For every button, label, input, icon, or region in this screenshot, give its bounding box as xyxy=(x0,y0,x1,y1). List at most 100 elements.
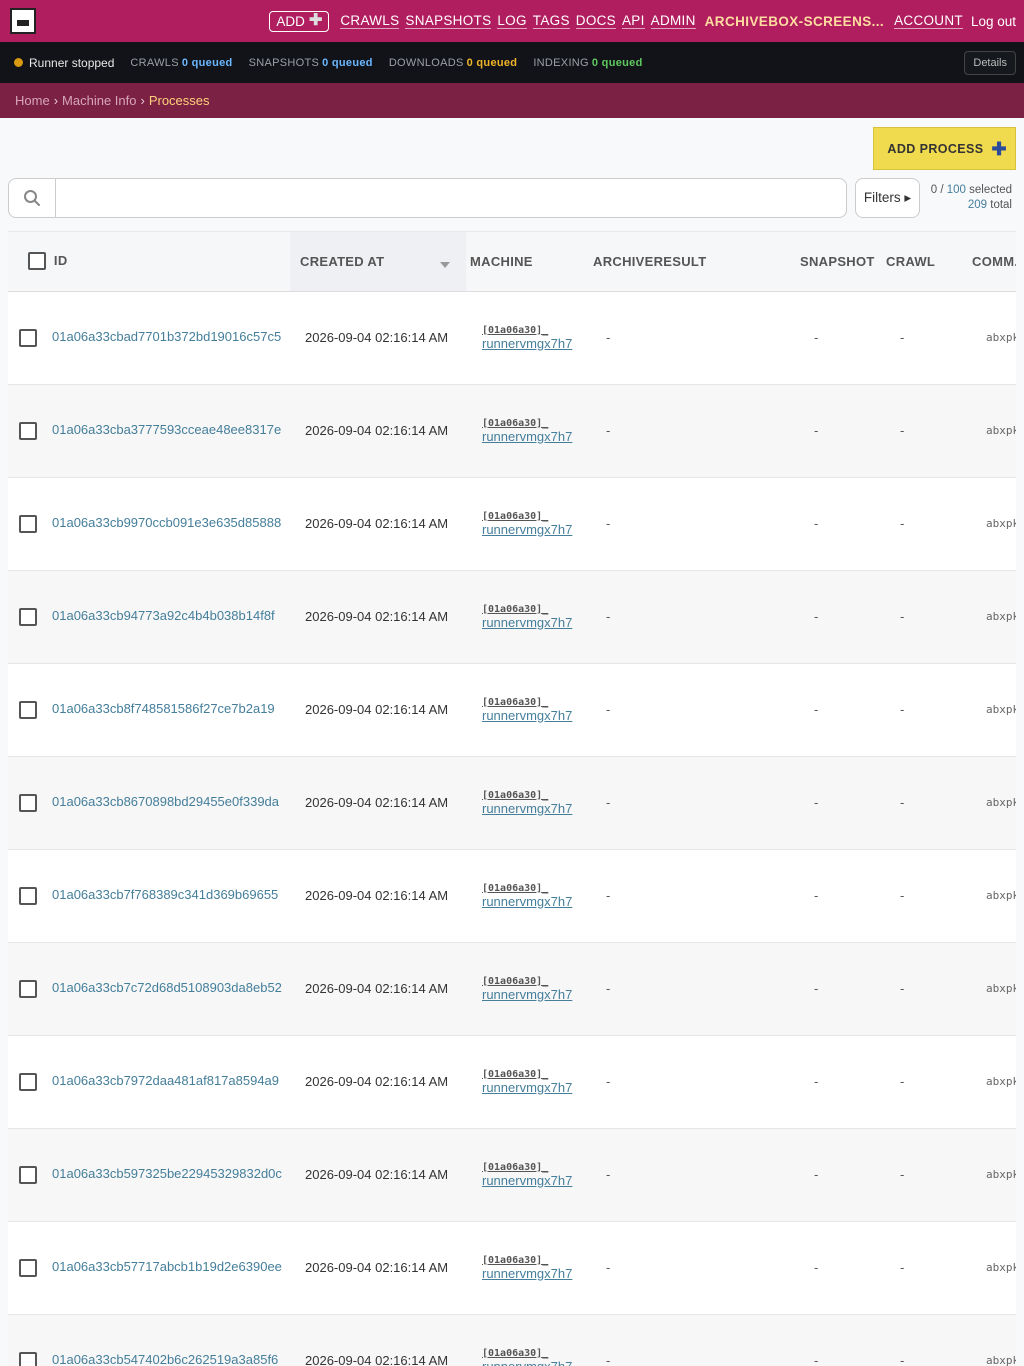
breadcrumb-machine-info[interactable]: Machine Info xyxy=(62,93,136,108)
row-checkbox[interactable] xyxy=(19,1165,37,1184)
runner-status-dot-icon xyxy=(14,58,23,67)
table-header-row: ID CREATED AT MACHINE ARCHIVERESULT SNAP… xyxy=(8,232,1016,292)
machine-id-link[interactable]: [01a06a30]_ xyxy=(482,1069,589,1080)
search-icon[interactable] xyxy=(9,179,56,217)
row-checkbox[interactable] xyxy=(19,886,37,905)
add-label: ADD xyxy=(276,13,305,29)
cell-id: 01a06a33cbad7701b372bd19016c57c5 xyxy=(8,291,290,384)
nav-crawls[interactable]: CRAWLS xyxy=(340,13,400,29)
machine-id-link[interactable]: [01a06a30]_ xyxy=(482,604,589,615)
cell-crawl: - xyxy=(900,423,905,438)
main-content: ADD PROCESS ✚ Filters ▸ 0 / 100 selected… xyxy=(0,118,1024,1366)
process-id-link[interactable]: 01a06a33cb597325be22945329832d0c xyxy=(52,1166,282,1181)
cell-archiveresult: - xyxy=(606,795,611,810)
add-button[interactable]: ADD ✚ xyxy=(269,10,330,32)
row-checkbox[interactable] xyxy=(19,421,37,440)
breadcrumb-home[interactable]: Home xyxy=(15,93,50,108)
column-crawl[interactable]: CRAWL xyxy=(882,232,968,292)
downloads-queue: DOWNLOADS 0 queued xyxy=(388,56,518,69)
table-row: 01a06a33cb9970ccb091e3e635d85888 2026-09-… xyxy=(8,477,1016,570)
select-all-link[interactable]: 209 xyxy=(968,199,987,211)
machine-id-link[interactable]: [01a06a30]_ xyxy=(482,1255,589,1266)
cell-machine: [01a06a30]_ runnervmgx7h7 xyxy=(466,477,589,570)
machine-id-link[interactable]: [01a06a30]_ xyxy=(482,511,589,522)
machine-host-link[interactable]: runnervmgx7h7 xyxy=(482,615,589,630)
row-checkbox[interactable] xyxy=(19,979,37,998)
search-row: Filters ▸ 0 / 100 selected 209 total xyxy=(8,174,1016,222)
cell-cmd: abxpkg xyxy=(986,1261,1016,1274)
machine-host-link[interactable]: runnervmgx7h7 xyxy=(482,1359,589,1366)
process-id-link[interactable]: 01a06a33cb94773a92c4b4b038b14f8f xyxy=(52,608,275,623)
nav-docs[interactable]: DOCS xyxy=(575,13,616,29)
column-cmd[interactable]: COMM... xyxy=(968,232,1016,292)
nav-admin[interactable]: ADMIN xyxy=(650,13,696,29)
process-id-link[interactable]: 01a06a33cb7c72d68d5108903da8eb52 xyxy=(52,980,282,995)
machine-host-link[interactable]: runnervmgx7h7 xyxy=(482,1080,589,1095)
machine-host-link[interactable]: runnervmgx7h7 xyxy=(482,987,589,1002)
row-checkbox[interactable] xyxy=(19,700,37,719)
machine-host-link[interactable]: runnervmgx7h7 xyxy=(482,801,589,816)
machine-id-link[interactable]: [01a06a30]_ xyxy=(482,418,589,429)
row-checkbox[interactable] xyxy=(19,1258,37,1277)
row-checkbox[interactable] xyxy=(19,1072,37,1091)
column-machine[interactable]: MACHINE xyxy=(466,232,589,292)
nav-log[interactable]: LOG xyxy=(497,13,527,29)
search-input[interactable] xyxy=(56,179,846,217)
process-id-link[interactable]: 01a06a33cb547402b6c262519a3a85f6 xyxy=(52,1352,278,1366)
cell-cmd: abxpkg xyxy=(986,610,1016,623)
process-id-link[interactable]: 01a06a33cb57717abcb1b19d2e6390ee xyxy=(52,1259,282,1274)
add-process-button[interactable]: ADD PROCESS ✚ xyxy=(873,127,1016,170)
process-id-link[interactable]: 01a06a33cb7972daa481af817a8594a9 xyxy=(52,1073,279,1088)
filters-button[interactable]: Filters ▸ xyxy=(855,178,920,218)
logout-link[interactable]: Log out xyxy=(971,14,1016,29)
process-id-link[interactable]: 01a06a33cb8670898bd29455e0f339da xyxy=(52,794,279,809)
process-id-link[interactable]: 01a06a33cb8f748581586f27ce7b2a19 xyxy=(52,701,275,716)
details-button[interactable]: Details xyxy=(964,50,1016,75)
machine-host-link[interactable]: runnervmgx7h7 xyxy=(482,336,589,351)
machine-id-link[interactable]: [01a06a30]_ xyxy=(482,790,589,801)
column-id[interactable]: ID xyxy=(8,232,290,292)
nav-tags[interactable]: TAGS xyxy=(532,13,570,29)
row-checkbox[interactable] xyxy=(19,514,37,533)
cell-machine: [01a06a30]_ runnervmgx7h7 xyxy=(466,570,589,663)
archivebox-logo[interactable] xyxy=(10,8,36,34)
machine-host-link[interactable]: runnervmgx7h7 xyxy=(482,1266,589,1281)
row-checkbox[interactable] xyxy=(19,328,37,347)
nav-account[interactable]: ACCOUNT xyxy=(894,13,963,29)
process-id-link[interactable]: 01a06a33cba3777593cceae48ee8317e xyxy=(52,422,281,437)
process-id-link[interactable]: 01a06a33cb7f768389c341d369b69655 xyxy=(52,887,278,902)
row-checkbox[interactable] xyxy=(19,1351,37,1366)
column-snapshot[interactable]: SNAPSHOT xyxy=(796,232,882,292)
instance-name[interactable]: ARCHIVEBOX-SCREENS... xyxy=(705,14,884,29)
process-id-link[interactable]: 01a06a33cb9970ccb091e3e635d85888 xyxy=(52,515,281,530)
cell-id: 01a06a33cb7972daa481af817a8594a9 xyxy=(8,1035,290,1128)
machine-host-link[interactable]: runnervmgx7h7 xyxy=(482,708,589,723)
cell-machine: [01a06a30]_ runnervmgx7h7 xyxy=(466,1314,589,1366)
machine-id-link[interactable]: [01a06a30]_ xyxy=(482,1162,589,1173)
cell-crawl: - xyxy=(900,702,905,717)
nav-snapshots[interactable]: SNAPSHOTS xyxy=(405,13,492,29)
machine-id-link[interactable]: [01a06a30]_ xyxy=(482,697,589,708)
row-checkbox[interactable] xyxy=(19,607,37,626)
machine-host-link[interactable]: runnervmgx7h7 xyxy=(482,894,589,909)
cell-snapshot: - xyxy=(814,1074,819,1089)
process-id-link[interactable]: 01a06a33cbad7701b372bd19016c57c5 xyxy=(52,329,281,344)
machine-host-link[interactable]: runnervmgx7h7 xyxy=(482,1173,589,1188)
select-page-link[interactable]: 100 xyxy=(947,184,966,196)
machine-id-link[interactable]: [01a06a30]_ xyxy=(482,883,589,894)
machine-host-link[interactable]: runnervmgx7h7 xyxy=(482,429,589,444)
nav-api[interactable]: API xyxy=(621,13,645,29)
column-id-label: ID xyxy=(53,252,68,268)
column-created-at[interactable]: CREATED AT xyxy=(290,232,466,292)
column-archiveresult[interactable]: ARCHIVERESULT xyxy=(589,232,796,292)
cell-snapshot: - xyxy=(814,330,819,345)
sort-descending-icon[interactable] xyxy=(440,262,450,268)
row-checkbox[interactable] xyxy=(19,793,37,812)
machine-host-link[interactable]: runnervmgx7h7 xyxy=(482,522,589,537)
select-all-checkbox[interactable] xyxy=(28,252,46,271)
machine-id-link[interactable]: [01a06a30]_ xyxy=(482,976,589,987)
total-suffix: total xyxy=(990,199,1012,211)
machine-id-link[interactable]: [01a06a30]_ xyxy=(482,325,589,336)
machine-id-link[interactable]: [01a06a30]_ xyxy=(482,1348,589,1359)
table-row: 01a06a33cb7972daa481af817a8594a9 2026-09-… xyxy=(8,1035,1016,1128)
